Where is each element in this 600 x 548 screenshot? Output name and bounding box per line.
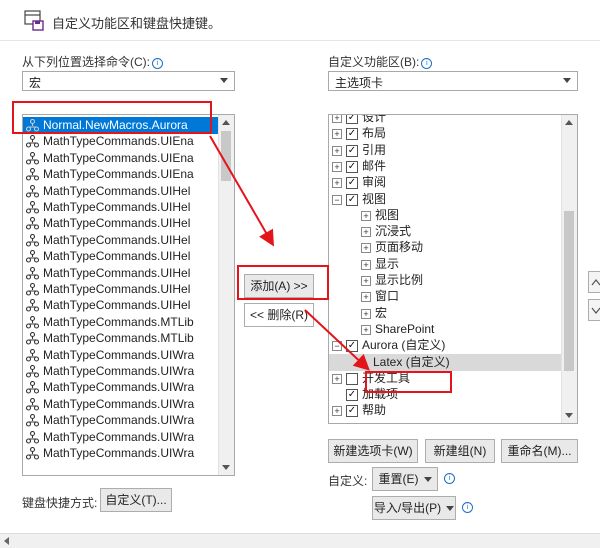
arrow-add-to-latex	[304, 309, 370, 371]
arrow-macro-to-add	[209, 135, 275, 247]
annotation-arrows	[209, 135, 370, 371]
